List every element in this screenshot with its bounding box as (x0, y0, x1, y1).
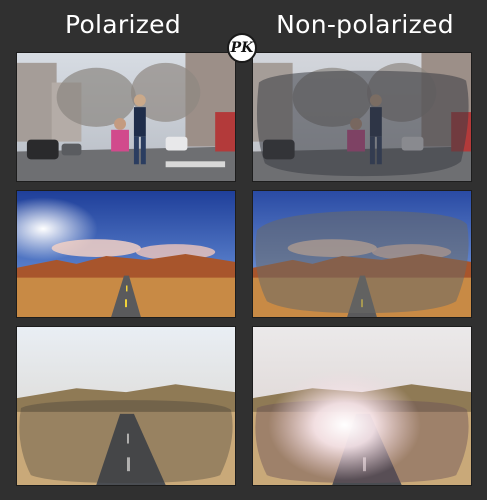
pk-logo-badge: PK (227, 33, 257, 63)
sunny-non-polarized-image (253, 327, 471, 485)
sunny-polarized-image (17, 327, 235, 485)
non-polarized-heading: Non-polarized (276, 9, 454, 39)
street-polarized-panel (16, 52, 236, 182)
sunny-polarized-panel (16, 326, 236, 486)
desert-polarized-image (17, 191, 235, 317)
comparison-frame: Polarized Non-polarized PK (0, 0, 487, 500)
polarized-heading: Polarized (64, 9, 182, 39)
street-polarized-image (17, 53, 235, 181)
sunny-non-polarized-panel (252, 326, 472, 486)
desert-non-polarized-panel (252, 190, 472, 318)
street-non-polarized-image (253, 53, 471, 181)
desert-polarized-panel (16, 190, 236, 318)
street-non-polarized-panel (252, 52, 472, 182)
desert-non-polarized-image (253, 191, 471, 317)
